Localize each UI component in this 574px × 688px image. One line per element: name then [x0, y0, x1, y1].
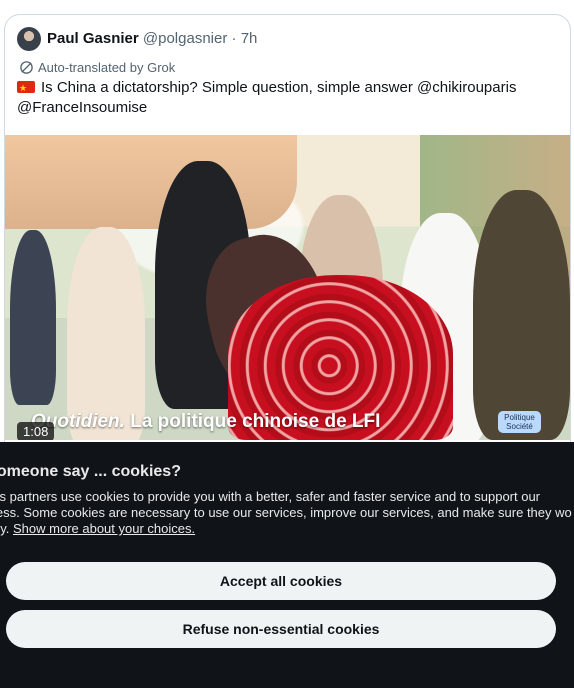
- caption-text: La politique chinoise de LFI: [130, 411, 381, 432]
- show-more-choices-link[interactable]: Show more about your choices.: [13, 521, 195, 536]
- video-canopy: [5, 135, 297, 229]
- badge-line-1: Politique: [504, 413, 535, 422]
- tweet-card[interactable]: Paul Gasnier @polgasnier · 7h Auto-trans…: [4, 14, 571, 456]
- video-player[interactable]: Quotidien. La politique chinoise de LFI …: [5, 135, 570, 440]
- accept-all-cookies-button[interactable]: Accept all cookies: [6, 562, 556, 600]
- badge-line-2: Société: [506, 422, 533, 431]
- translation-notice: Auto-translated by Grok: [19, 59, 175, 75]
- video-person: [10, 230, 56, 405]
- video-person: [67, 227, 145, 440]
- translate-icon: [20, 60, 33, 74]
- tweet-text-container: Is China a dictatorship? Simple question…: [17, 78, 552, 118]
- video-duration: 1:08: [17, 422, 55, 440]
- cookie-banner: someone say ... cookies? its partners us…: [0, 442, 574, 688]
- author-name[interactable]: Paul Gasnier: [47, 30, 139, 47]
- channel-badge: Politique Société: [498, 411, 541, 433]
- refuse-non-essential-cookies-button[interactable]: Refuse non-essential cookies: [6, 610, 556, 648]
- avatar[interactable]: [17, 27, 41, 51]
- author-handle[interactable]: @polgasnier: [143, 30, 227, 47]
- cookie-title: someone say ... cookies?: [0, 463, 181, 480]
- cookie-body: its partners use cookies to provide you …: [0, 489, 574, 537]
- separator-dot: ·: [231, 30, 237, 47]
- video-person: [473, 190, 570, 440]
- china-flag-icon: [17, 78, 35, 98]
- video-caption: Quotidien. La politique chinoise de LFI: [31, 411, 411, 433]
- translation-text: Auto-translated by Grok: [38, 59, 176, 75]
- tweet-time[interactable]: 7h: [241, 30, 258, 47]
- tweet-text: Is China a dictatorship? Simple question…: [17, 79, 517, 116]
- tweet-header: Paul Gasnier @polgasnier · 7h: [47, 30, 257, 47]
